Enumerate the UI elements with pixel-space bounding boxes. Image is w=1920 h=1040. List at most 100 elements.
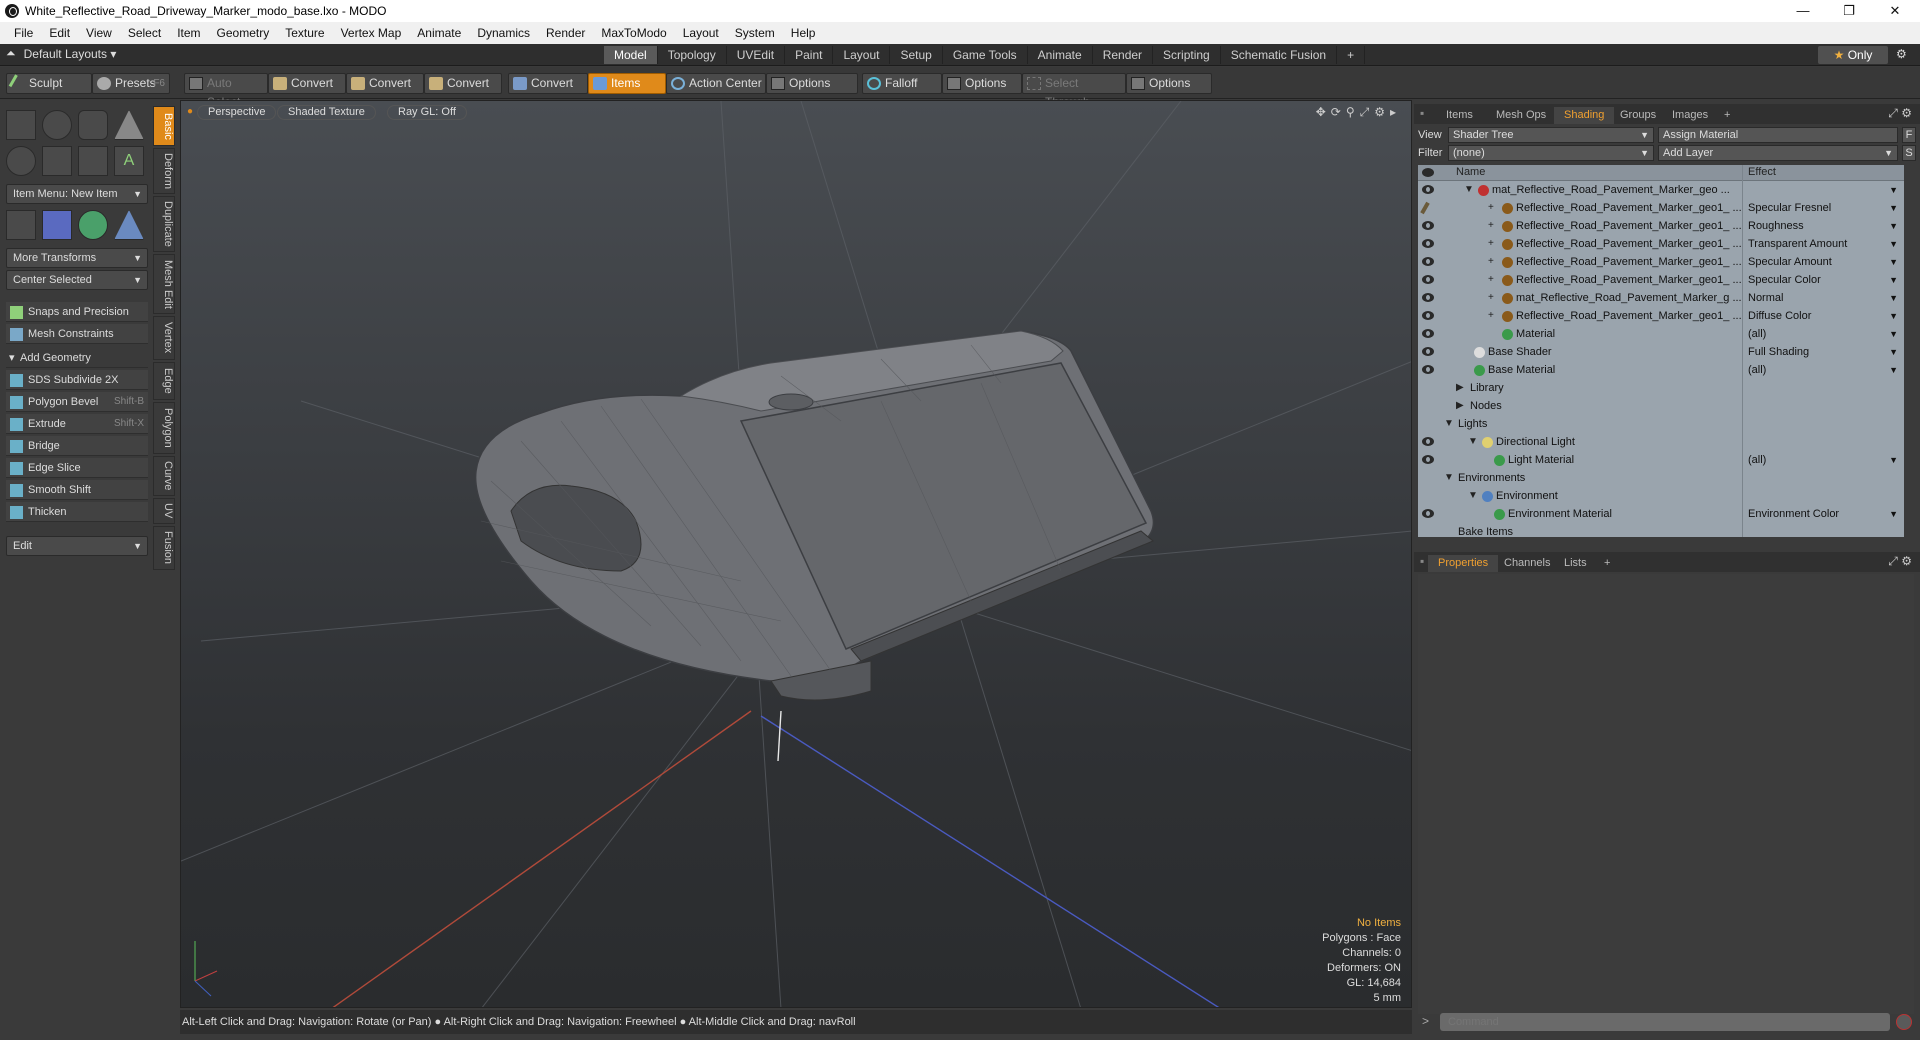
f-button[interactable]: F xyxy=(1902,127,1916,143)
shader-tree-row[interactable]: Environment Material Environment Color ▼ xyxy=(1418,505,1904,523)
view-dropdown[interactable]: Shader Tree ▼ xyxy=(1448,127,1654,143)
panel-menu-icon[interactable]: ▪ xyxy=(1420,106,1424,120)
vtab-curve[interactable]: Curve xyxy=(153,456,175,496)
select-options-button[interactable]: Options xyxy=(1126,73,1212,94)
shader-tree-row[interactable]: + Reflective_Road_Pavement_Marker_geo1_ .… xyxy=(1418,199,1904,217)
visibility-eye-icon[interactable] xyxy=(1422,221,1434,230)
effect-dropdown-arrow-icon[interactable]: ▼ xyxy=(1889,289,1898,307)
auto-select-button[interactable]: Auto Select xyxy=(184,73,268,109)
tab-topology[interactable]: Topology xyxy=(658,46,727,64)
shader-tree-row[interactable]: ▶ Library xyxy=(1418,379,1904,397)
menu-view[interactable]: View xyxy=(78,26,120,40)
menu-select[interactable]: Select xyxy=(120,26,169,40)
capsule-primitive-icon[interactable] xyxy=(42,146,72,176)
effect-dropdown-arrow-icon[interactable]: ▼ xyxy=(1889,253,1898,271)
action-center-options-button[interactable]: Options xyxy=(766,73,858,94)
tab-game-tools[interactable]: Game Tools xyxy=(943,46,1028,64)
add-layer-dropdown[interactable]: Add Layer ▼ xyxy=(1658,145,1898,161)
command-input[interactable] xyxy=(1440,1013,1890,1031)
menu-layout[interactable]: Layout xyxy=(675,26,727,40)
shader-tree-row[interactable]: ▼ Environment xyxy=(1418,487,1904,505)
assign-material-button[interactable]: Assign Material xyxy=(1658,127,1898,143)
effect-dropdown-arrow-icon[interactable]: ▼ xyxy=(1889,307,1898,325)
edit-dropdown[interactable]: Edit ▼ xyxy=(6,536,148,556)
maximize-button[interactable]: ❐ xyxy=(1826,0,1872,22)
menu-maxtomodo[interactable]: MaxToModo xyxy=(593,26,674,40)
item-menu-dropdown[interactable]: Item Menu: New Item ▼ xyxy=(6,184,148,204)
tool-smooth-shift[interactable]: Smooth Shift xyxy=(6,480,148,500)
menu-geometry[interactable]: Geometry xyxy=(209,26,278,40)
layer-effect[interactable]: (all) xyxy=(1748,451,1766,469)
tab-paint[interactable]: Paint xyxy=(785,46,834,64)
tab-groups[interactable]: Groups xyxy=(1610,107,1666,124)
expand-toggle-icon[interactable]: ▼ xyxy=(1468,487,1478,505)
menu-render[interactable]: Render xyxy=(538,26,593,40)
tab-items[interactable]: Items xyxy=(1436,107,1483,124)
add-geometry-header[interactable]: ▾ Add Geometry xyxy=(6,348,148,368)
tab-images[interactable]: Images xyxy=(1662,107,1718,124)
tab-layout[interactable]: Layout xyxy=(833,46,891,64)
vtab-polygon[interactable]: Polygon xyxy=(153,402,175,454)
layer-effect[interactable]: Diffuse Color xyxy=(1748,307,1811,325)
tool-thicken[interactable]: Thicken xyxy=(6,502,148,522)
layer-effect[interactable]: Normal xyxy=(1748,289,1783,307)
menu-animate[interactable]: Animate xyxy=(409,26,469,40)
mesh-constraints-button[interactable]: Mesh Constraints xyxy=(6,324,148,344)
visibility-eye-icon[interactable] xyxy=(1422,239,1434,248)
tool-bridge[interactable]: Bridge xyxy=(6,436,148,456)
more-transforms-dropdown[interactable]: More Transforms ▼ xyxy=(6,248,148,268)
layer-effect[interactable]: Transparent Amount xyxy=(1748,235,1847,253)
shader-tree-row[interactable]: + Reflective_Road_Pavement_Marker_geo1_ .… xyxy=(1418,217,1904,235)
expand-toggle-icon[interactable]: ▶ xyxy=(1456,397,1464,415)
expand-toggle-icon[interactable]: + xyxy=(1488,307,1494,325)
layer-effect[interactable]: Environment Color xyxy=(1748,505,1839,523)
tool-polygon-bevel[interactable]: Polygon Bevel Shift-B xyxy=(6,392,148,412)
select-through-button[interactable]: Select Through xyxy=(1022,73,1126,109)
expand-toggle-icon[interactable]: ▶ xyxy=(1456,379,1464,397)
tool-sds-subdivide[interactable]: SDS Subdivide 2X xyxy=(6,370,148,390)
shader-tree-row[interactable]: ▼ mat_Reflective_Road_Pavement_Marker_geo… xyxy=(1418,181,1904,199)
snaps-precision-button[interactable]: Snaps and Precision xyxy=(6,302,148,322)
shader-tree-row[interactable]: + Reflective_Road_Pavement_Marker_geo1_ .… xyxy=(1418,271,1904,289)
tab-render[interactable]: Render xyxy=(1093,46,1154,64)
menu-vertex-map[interactable]: Vertex Map xyxy=(333,26,410,40)
shader-tree-row[interactable]: ▼ Directional Light xyxy=(1418,433,1904,451)
shader-tree-row[interactable]: + Reflective_Road_Pavement_Marker_geo1_ .… xyxy=(1418,235,1904,253)
pen-tool-icon[interactable] xyxy=(78,146,108,176)
cone-primitive-icon[interactable] xyxy=(114,110,144,140)
expand-toggle-icon[interactable]: + xyxy=(1488,235,1494,253)
visibility-eye-icon[interactable] xyxy=(1422,509,1434,518)
add-props-tab-button[interactable]: + xyxy=(1594,555,1620,572)
effect-dropdown-arrow-icon[interactable]: ▼ xyxy=(1889,343,1898,361)
shader-tree-row[interactable]: + mat_Reflective_Road_Pavement_Marker_g .… xyxy=(1418,289,1904,307)
close-button[interactable]: ✕ xyxy=(1872,0,1918,22)
items-mode-button[interactable]: Items xyxy=(588,73,666,94)
name-column-header[interactable]: Name xyxy=(1456,166,1485,178)
pyramid-icon[interactable] xyxy=(114,210,144,240)
visibility-eye-icon[interactable] xyxy=(1422,455,1434,464)
visibility-eye-icon[interactable] xyxy=(1422,275,1434,284)
effect-dropdown-arrow-icon[interactable]: ▼ xyxy=(1889,235,1898,253)
visibility-eye-icon[interactable] xyxy=(1422,293,1434,302)
expand-toggle-icon[interactable]: + xyxy=(1488,271,1494,289)
visibility-eye-icon[interactable] xyxy=(1422,347,1434,356)
tab-channels[interactable]: Channels xyxy=(1494,555,1560,572)
effect-dropdown-arrow-icon[interactable]: ▼ xyxy=(1889,271,1898,289)
tool-extrude[interactable]: Extrude Shift-X xyxy=(6,414,148,434)
sculpt-button[interactable]: Sculpt xyxy=(6,73,92,94)
tab-lists[interactable]: Lists xyxy=(1554,555,1597,572)
effect-dropdown-arrow-icon[interactable]: ▼ xyxy=(1889,505,1898,523)
shader-tree-row[interactable]: + Reflective_Road_Pavement_Marker_geo1_ .… xyxy=(1418,307,1904,325)
minimize-button[interactable]: — xyxy=(1780,0,1826,22)
effect-dropdown-arrow-icon[interactable]: ▼ xyxy=(1889,181,1898,199)
convert-edge-button[interactable]: Convert xyxy=(346,73,424,94)
layer-effect[interactable]: Full Shading xyxy=(1748,343,1809,361)
menu-item[interactable]: Item xyxy=(169,26,208,40)
vtab-mesh-edit[interactable]: Mesh Edit xyxy=(153,254,175,314)
globe-icon[interactable] xyxy=(78,210,108,240)
expand-toggle-icon[interactable]: ▼ xyxy=(1444,469,1454,487)
tool-edge-slice[interactable]: Edge Slice xyxy=(6,458,148,478)
effect-dropdown-arrow-icon[interactable]: ▼ xyxy=(1889,217,1898,235)
props-expand-gear-icon[interactable]: ⤢ ⚙ xyxy=(1888,554,1912,569)
command-record-button[interactable] xyxy=(1896,1014,1912,1030)
